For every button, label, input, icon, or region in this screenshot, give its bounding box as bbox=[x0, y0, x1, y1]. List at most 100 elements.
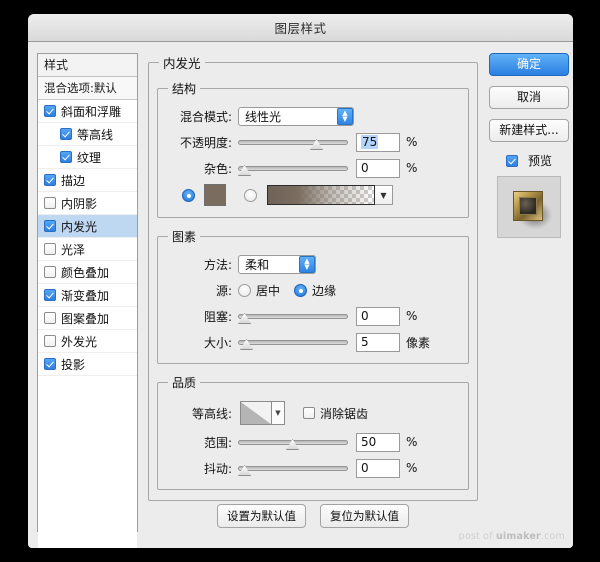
checkbox-texture[interactable] bbox=[60, 151, 72, 163]
sidebar-item-color-overlay[interactable]: 颜色叠加 bbox=[38, 261, 137, 284]
opacity-value: 75 bbox=[361, 134, 379, 149]
checkbox-preview[interactable] bbox=[505, 154, 518, 167]
contour-preview[interactable] bbox=[240, 401, 272, 425]
sidebar-item-label: 内发光 bbox=[61, 219, 98, 234]
preview-label: 预览 bbox=[527, 154, 552, 168]
checkbox-stroke[interactable] bbox=[44, 174, 56, 186]
ok-button[interactable]: 确定 bbox=[489, 53, 569, 76]
checkbox-pattern-overlay[interactable] bbox=[44, 312, 56, 324]
size-slider[interactable] bbox=[238, 332, 348, 352]
range-row: 范围: 50 % bbox=[166, 429, 460, 455]
watermark-suffix: .com bbox=[540, 531, 565, 542]
sidebar-item-inner-shadow[interactable]: 内阴影 bbox=[38, 192, 137, 215]
opacity-input[interactable]: 75 bbox=[356, 132, 400, 152]
noise-input[interactable]: 0 bbox=[356, 158, 400, 178]
dialog-body: 样式 混合选项:默认 斜面和浮雕 等高线 纹理 描边 内阴影 内发光 光泽 颜色… bbox=[28, 42, 573, 548]
size-input[interactable]: 5 bbox=[356, 332, 400, 352]
source-row: 源: 居中 边缘 bbox=[166, 277, 460, 303]
slider-track bbox=[238, 466, 348, 471]
make-default-button[interactable]: 设置为默认值 bbox=[217, 504, 306, 528]
sidebar-item-gradient-overlay[interactable]: 渐变叠加 bbox=[38, 284, 137, 307]
checkbox-outer-glow[interactable] bbox=[44, 335, 56, 347]
checkbox-gradient-overlay[interactable] bbox=[44, 289, 56, 301]
size-label: 大小: bbox=[203, 335, 232, 350]
sidebar-item-inner-glow[interactable]: 内发光 bbox=[38, 215, 137, 238]
glow-color-swatch[interactable] bbox=[204, 184, 226, 206]
watermark-prefix: post of bbox=[458, 531, 496, 542]
choke-slider[interactable] bbox=[238, 306, 348, 326]
sidebar-item-pattern-overlay[interactable]: 图案叠加 bbox=[38, 307, 137, 330]
chevron-updown-icon[interactable]: ▲ ▼ bbox=[337, 107, 353, 125]
blend-mode-select[interactable]: 线性光 ▲ ▼ bbox=[238, 106, 354, 126]
sidebar-item-bevel-emboss[interactable]: 斜面和浮雕 bbox=[38, 100, 137, 123]
checkbox-inner-glow[interactable] bbox=[44, 220, 56, 232]
sidebar-item-texture[interactable]: 纹理 bbox=[38, 146, 137, 169]
sidebar-item-contour[interactable]: 等高线 bbox=[38, 123, 137, 146]
range-unit: % bbox=[406, 435, 418, 449]
radio-source-center[interactable] bbox=[238, 283, 251, 297]
layer-style-dialog: 图层样式 样式 混合选项:默认 斜面和浮雕 等高线 纹理 描边 内阴影 内发光 … bbox=[28, 14, 573, 548]
quality-legend: 品质 bbox=[172, 376, 197, 390]
range-slider[interactable] bbox=[238, 432, 348, 452]
radio-color-fill[interactable] bbox=[182, 188, 195, 202]
checkbox-color-overlay[interactable] bbox=[44, 266, 56, 278]
sidebar-item-blending-options[interactable]: 混合选项:默认 bbox=[38, 77, 137, 100]
technique-select[interactable]: 柔和 ▲ ▼ bbox=[238, 254, 316, 274]
sidebar-item-satin[interactable]: 光泽 bbox=[38, 238, 137, 261]
technique-row: 方法: 柔和 ▲ ▼ bbox=[166, 251, 460, 277]
noise-slider[interactable] bbox=[238, 158, 348, 178]
glow-gradient-swatch[interactable] bbox=[267, 185, 375, 205]
sidebar-item-label: 等高线 bbox=[77, 127, 114, 142]
radio-source-edge[interactable] bbox=[294, 283, 308, 297]
blend-mode-label: 混合模式: bbox=[179, 109, 232, 124]
range-input[interactable]: 50 bbox=[356, 432, 400, 452]
chevron-down-icon[interactable]: ▼ bbox=[272, 401, 285, 425]
jitter-unit: % bbox=[406, 461, 418, 475]
contour-row: 等高线: ▼ 消除锯齿 bbox=[166, 397, 460, 429]
source-center-label: 居中 bbox=[256, 283, 281, 298]
glow-fill-row: ▼ bbox=[166, 181, 460, 209]
chevron-updown-icon[interactable]: ▲ ▼ bbox=[299, 255, 315, 273]
styles-sidebar[interactable]: 样式 混合选项:默认 斜面和浮雕 等高线 纹理 描边 内阴影 内发光 光泽 颜色… bbox=[37, 53, 138, 548]
opacity-slider[interactable] bbox=[238, 132, 348, 152]
choke-row: 阻塞: 0 % bbox=[166, 303, 460, 329]
contour-label: 等高线: bbox=[191, 406, 232, 421]
checkbox-bevel-emboss[interactable] bbox=[44, 105, 56, 117]
blend-mode-value: 线性光 bbox=[245, 109, 282, 124]
jitter-slider[interactable] bbox=[238, 458, 348, 478]
gradient-fade bbox=[268, 186, 374, 204]
sidebar-item-label: 斜面和浮雕 bbox=[61, 104, 122, 119]
cancel-button[interactable]: 取消 bbox=[489, 86, 569, 109]
slider-track bbox=[238, 340, 348, 345]
reset-default-button[interactable]: 复位为默认值 bbox=[320, 504, 409, 528]
sidebar-item-label: 渐变叠加 bbox=[61, 288, 110, 303]
sidebar-item-stroke[interactable]: 描边 bbox=[38, 169, 137, 192]
sidebar-item-label: 图案叠加 bbox=[61, 311, 110, 326]
new-style-button[interactable]: 新建样式... bbox=[489, 119, 569, 142]
jitter-input[interactable]: 0 bbox=[356, 458, 400, 478]
sidebar-item-label: 颜色叠加 bbox=[61, 265, 110, 280]
range-label: 范围: bbox=[203, 435, 232, 450]
checkbox-contour[interactable] bbox=[60, 128, 72, 140]
structure-group: 结构 混合模式: 线性光 ▲ ▼ 不透明度: 75 % 杂色: 0 % ▼ bbox=[157, 80, 469, 218]
default-buttons-row: 设置为默认值 复位为默认值 bbox=[148, 504, 478, 528]
sidebar-item-outer-glow[interactable]: 外发光 bbox=[38, 330, 137, 353]
preview-gem-shape bbox=[513, 191, 543, 221]
checkbox-drop-shadow[interactable] bbox=[44, 358, 56, 370]
sidebar-item-drop-shadow[interactable]: 投影 bbox=[38, 353, 137, 376]
source-edge-label: 边缘 bbox=[312, 283, 337, 298]
radio-gradient-fill[interactable] bbox=[244, 188, 257, 202]
noise-row: 杂色: 0 % bbox=[166, 155, 460, 181]
choke-input[interactable]: 0 bbox=[356, 306, 400, 326]
checkbox-inner-shadow[interactable] bbox=[44, 197, 56, 209]
chevron-down-icon[interactable]: ▼ bbox=[375, 185, 393, 205]
range-value: 50 bbox=[361, 434, 377, 449]
watermark-brand: uimaker bbox=[495, 531, 541, 542]
sidebar-empty-area bbox=[38, 376, 137, 548]
checkbox-antialias[interactable] bbox=[303, 407, 315, 419]
preview-toggle-row[interactable]: 预览 bbox=[489, 152, 569, 169]
technique-label: 方法: bbox=[203, 257, 232, 272]
jitter-row: 抖动: 0 % bbox=[166, 455, 460, 481]
checkbox-satin[interactable] bbox=[44, 243, 56, 255]
noise-value: 0 bbox=[361, 160, 369, 175]
